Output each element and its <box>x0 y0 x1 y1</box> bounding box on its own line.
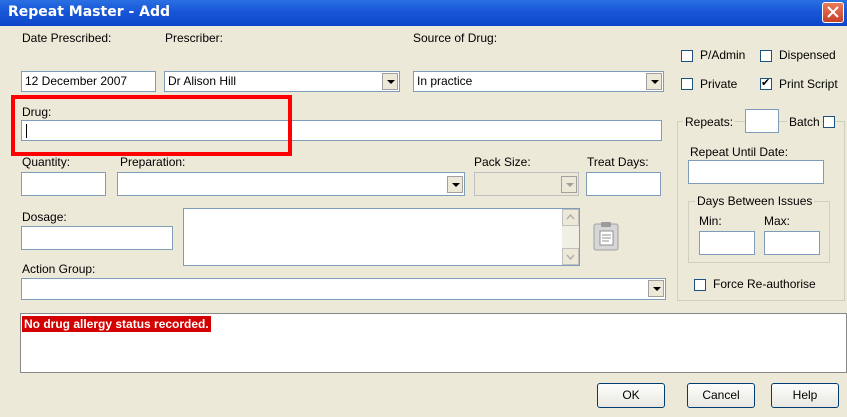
dosage-input[interactable] <box>21 226 173 250</box>
chevron-down-icon <box>566 254 575 261</box>
allergy-status-message: No drug allergy status recorded. <box>22 316 211 332</box>
dispensed-checkbox[interactable] <box>760 50 772 62</box>
chevron-down-icon[interactable] <box>447 176 463 193</box>
date-prescribed-label: Date Prescribed: <box>22 31 112 45</box>
pack-size-label: Pack Size: <box>474 155 531 169</box>
preparation-select[interactable] <box>117 172 465 196</box>
repeat-until-input[interactable] <box>688 160 824 184</box>
private-checkbox[interactable] <box>681 78 693 90</box>
source-of-drug-label: Source of Drug: <box>413 31 498 45</box>
scroll-up-button[interactable] <box>562 209 579 226</box>
prescriber-select[interactable]: Dr Alison Hill <box>164 71 400 92</box>
dosage-scrollbar[interactable] <box>562 209 579 265</box>
source-of-drug-select[interactable]: In practice <box>413 71 664 92</box>
help-button[interactable]: Help <box>771 383 839 408</box>
force-reauthorise-label: Force Re-authorise <box>713 277 816 291</box>
action-group-select[interactable] <box>21 278 666 300</box>
min-label: Min: <box>699 214 722 228</box>
dosage-text-area[interactable] <box>183 208 580 266</box>
padmin-checkbox[interactable] <box>681 50 693 62</box>
ok-button[interactable]: OK <box>597 383 665 408</box>
prescriber-label: Prescriber: <box>165 31 224 45</box>
dosage-label: Dosage: <box>22 210 67 224</box>
drug-highlight-box <box>11 95 292 156</box>
pack-size-select[interactable] <box>474 172 579 196</box>
title-bar: Repeat Master - Add <box>0 0 847 26</box>
print-script-checkbox[interactable] <box>760 76 772 90</box>
batch-checkbox[interactable] <box>823 116 835 128</box>
close-icon <box>827 6 839 18</box>
treat-days-label: Treat Days: <box>587 155 649 169</box>
padmin-label: P/Admin <box>700 48 746 62</box>
repeats-input[interactable] <box>745 109 779 133</box>
repeat-master-dialog: Repeat Master - Add Date Prescribed: Pre… <box>0 0 847 417</box>
chevron-down-icon[interactable] <box>646 73 662 90</box>
window-title: Repeat Master - Add <box>8 4 171 20</box>
chevron-down-icon[interactable] <box>561 176 577 193</box>
treat-days-input[interactable] <box>586 172 661 196</box>
date-prescribed-field[interactable]: 12 December 2007 <box>21 71 156 92</box>
min-input[interactable] <box>699 231 755 255</box>
close-button[interactable] <box>822 2 844 23</box>
print-script-label: Print Script <box>779 77 838 91</box>
scroll-down-button[interactable] <box>562 248 579 265</box>
private-label: Private <box>700 77 738 91</box>
repeats-label: Repeats: <box>683 115 736 129</box>
batch-label: Batch <box>787 115 822 129</box>
prescriber-value: Dr Alison Hill <box>168 74 237 88</box>
quantity-label: Quantity: <box>22 155 71 169</box>
force-reauthorise-checkbox[interactable] <box>694 279 706 291</box>
clipboard-icon <box>593 222 619 251</box>
max-input[interactable] <box>764 231 820 255</box>
cancel-button[interactable]: Cancel <box>687 383 755 408</box>
repeat-until-label: Repeat Until Date: <box>690 145 789 159</box>
chevron-up-icon <box>566 213 575 220</box>
source-of-drug-value: In practice <box>417 74 473 88</box>
quantity-input[interactable] <box>21 172 106 196</box>
days-between-title: Days Between Issues <box>695 194 815 208</box>
chevron-down-icon[interactable] <box>382 73 398 90</box>
preparation-label: Preparation: <box>120 155 186 169</box>
max-label: Max: <box>764 214 791 228</box>
dispensed-label: Dispensed <box>779 48 836 62</box>
action-group-label: Action Group: <box>22 262 96 276</box>
date-prescribed-value: 12 December 2007 <box>25 74 128 88</box>
paste-dosage-button[interactable] <box>592 221 620 251</box>
chevron-down-icon[interactable] <box>648 280 664 297</box>
